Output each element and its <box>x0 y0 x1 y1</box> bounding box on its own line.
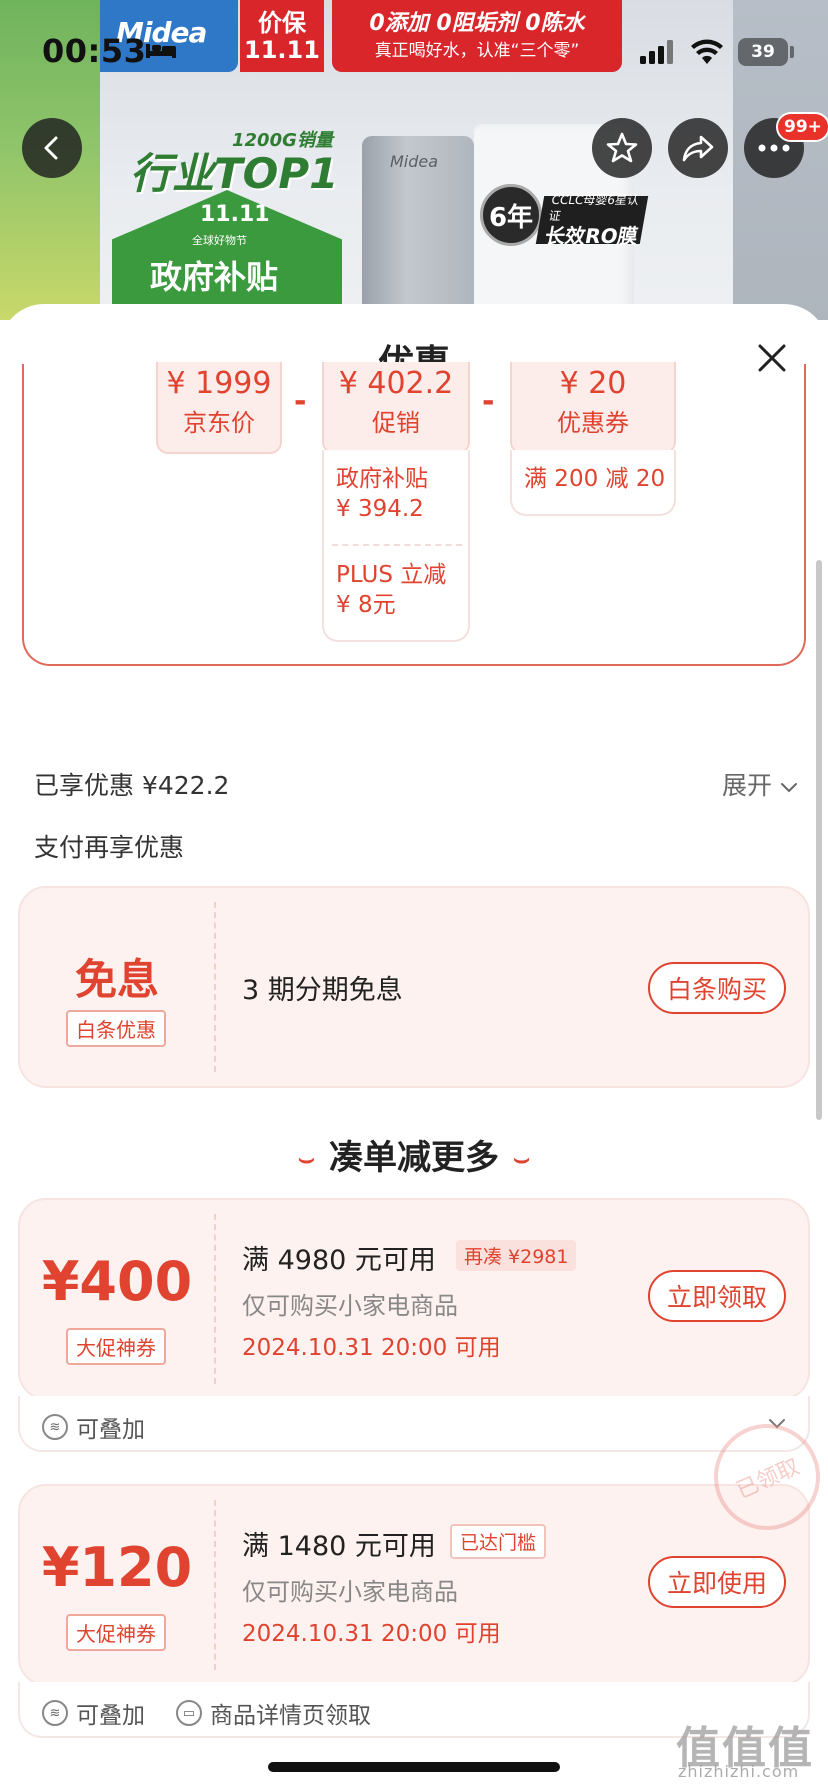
event-label: 11.11 <box>200 202 270 227</box>
coupon-value: ¥400 <box>41 1250 193 1313</box>
minus-sign: - <box>482 384 495 419</box>
stackable-note: ≋ 可叠加 <box>42 1696 145 1730</box>
cert-label: CCLC母婴6星认证 长效RO膜 <box>535 193 649 248</box>
claim-coupon-button[interactable]: 立即领取 <box>648 1270 786 1322</box>
stack-icon: ≋ <box>42 1414 68 1440</box>
chevron-left-icon <box>44 136 58 160</box>
status-time: 00:53 <box>42 32 147 70</box>
favorite-button[interactable] <box>592 118 652 178</box>
stackable-note: ≋ 可叠加 <box>42 1410 145 1444</box>
card-divider <box>214 902 216 1072</box>
baitiao-tag: 白条优惠 <box>66 1010 166 1047</box>
share-button[interactable] <box>668 118 728 178</box>
event-sub-label: 全球好物节 <box>192 234 247 247</box>
coupon-rule: 满 200 减 20 <box>524 466 666 492</box>
enjoyed-discount-total: 已享优惠 ¥422.2 <box>34 771 230 800</box>
scrollbar[interactable] <box>816 560 822 1120</box>
coupon-card: ¥400 大促神券 满 4980 元可用 再凑 ¥2981 仅可购买小家电商品 … <box>18 1198 810 1400</box>
coupon-type-tag: 大促神券 <box>66 1328 166 1365</box>
decor-icon: ⌣ <box>513 1144 531 1174</box>
cert-years-badge: 6年 <box>480 184 542 246</box>
jd-price-box: ¥ 1999 京东价 <box>156 362 282 454</box>
gov-subsidy-amount: ¥ 394.2 <box>336 496 424 522</box>
stackable-label: 可叠加 <box>76 1417 145 1443</box>
card-divider <box>214 1500 216 1670</box>
claim-source-note: ▭ 商品详情页领取 <box>176 1696 371 1730</box>
coupon-type-tag: 大促神券 <box>66 1614 166 1651</box>
star-icon <box>606 132 638 163</box>
divider <box>332 544 462 546</box>
cellular-signal-icon <box>640 40 673 64</box>
stack-icon: ≋ <box>42 1700 68 1726</box>
discount-sheet: 优惠 ¥ 1999 京东价 - ¥ 402.2 促销 - ¥ 20 优惠券 政府… <box>0 304 828 1792</box>
subsidy-label: 政府补贴 <box>150 258 279 296</box>
baitiao-buy-button[interactable]: 白条购买 <box>648 962 786 1014</box>
more-dots-icon <box>758 144 790 152</box>
coupon-amount: ¥ 20 <box>559 366 627 401</box>
coupon-value: ¥120 <box>41 1536 193 1599</box>
purifier-logo: Midea <box>390 152 439 171</box>
promo-box: ¥ 402.2 促销 <box>322 362 470 454</box>
plus-discount-amount: ¥ 8元 <box>336 592 396 618</box>
section-title: ⌣ 凑单减更多 ⌣ <box>0 1130 828 1179</box>
back-button[interactable] <box>22 118 82 178</box>
ticket-icon: ▭ <box>176 1700 202 1726</box>
price-breakdown-card: ¥ 1999 京东价 - ¥ 402.2 促销 - ¥ 20 优惠券 政府补贴 … <box>22 362 806 666</box>
decor-icon: ⌣ <box>297 1144 315 1174</box>
coupon-condition: 满 1480 元可用 <box>242 1531 436 1562</box>
jd-price-amount: ¥ 1999 <box>166 366 272 401</box>
sleep-focus-icon <box>146 44 176 58</box>
expand-label: 展开 <box>722 771 773 800</box>
wifi-icon <box>691 39 723 64</box>
coupon-condition: 满 4980 元可用 <box>242 1245 436 1276</box>
coupon-gap-badge: 再凑 ¥2981 <box>456 1240 577 1271</box>
gov-subsidy-label: 政府补贴 <box>336 466 428 492</box>
coupon-date: 2024.10.31 20:00 可用 <box>242 1621 501 1647</box>
card-divider <box>214 1214 216 1384</box>
cert-line1: CCLC母婴6星认证 <box>547 193 641 223</box>
promo-detail-box: 政府补贴 ¥ 394.2 PLUS 立减 ¥ 8元 <box>322 450 470 642</box>
status-bar: 00:53 39 <box>0 0 828 104</box>
coupon-footer: ≋ 可叠加 <box>18 1396 810 1452</box>
jd-price-label: 京东价 <box>183 409 255 437</box>
minus-sign: - <box>294 384 307 419</box>
coupon-card: ¥120 大促神券 满 1480 元可用 已达门槛 仅可购买小家电商品 2024… <box>18 1484 810 1686</box>
industry-top-badge: 行业TOP1 <box>130 149 339 198</box>
chevron-down-icon <box>780 783 797 793</box>
coupon-box: ¥ 20 优惠券 <box>510 362 676 454</box>
message-count-badge: 99+ <box>776 112 828 142</box>
pay-more-title: 支付再享优惠 <box>34 833 185 862</box>
cert-line2: 长效RO膜 <box>543 224 640 248</box>
use-coupon-button[interactable]: 立即使用 <box>648 1556 786 1608</box>
share-icon <box>682 135 714 162</box>
interest-free-title: 免息 <box>74 955 159 1004</box>
battery-indicator: 39 <box>738 38 788 66</box>
promo-amount: ¥ 402.2 <box>338 366 454 401</box>
promo-label: 促销 <box>372 409 420 437</box>
section-title-text: 凑单减更多 <box>329 1138 499 1178</box>
threshold-met-badge: 已达门槛 <box>450 1524 547 1559</box>
installment-text: 3 期分期免息 <box>242 975 403 1006</box>
coupon-scope: 仅可购买小家电商品 <box>242 1578 458 1606</box>
home-indicator[interactable] <box>268 1762 560 1772</box>
coupon-detail-box: 满 200 减 20 <box>510 450 676 516</box>
site-watermark-url: zhizhizhi.com <box>678 1762 800 1781</box>
stackable-label: 可叠加 <box>76 1703 145 1729</box>
coupon-scope: 仅可购买小家电商品 <box>242 1292 458 1320</box>
coupon-date: 2024.10.31 20:00 可用 <box>242 1335 501 1361</box>
battery-tip <box>790 46 794 58</box>
interest-free-card: 免息 白条优惠 3 期分期免息 白条购买 <box>18 886 810 1088</box>
claim-source-label: 商品详情页领取 <box>210 1703 371 1729</box>
expand-button[interactable]: 展开 <box>722 766 798 802</box>
coupon-label: 优惠券 <box>557 409 629 437</box>
plus-discount-label: PLUS 立减 <box>336 562 447 588</box>
